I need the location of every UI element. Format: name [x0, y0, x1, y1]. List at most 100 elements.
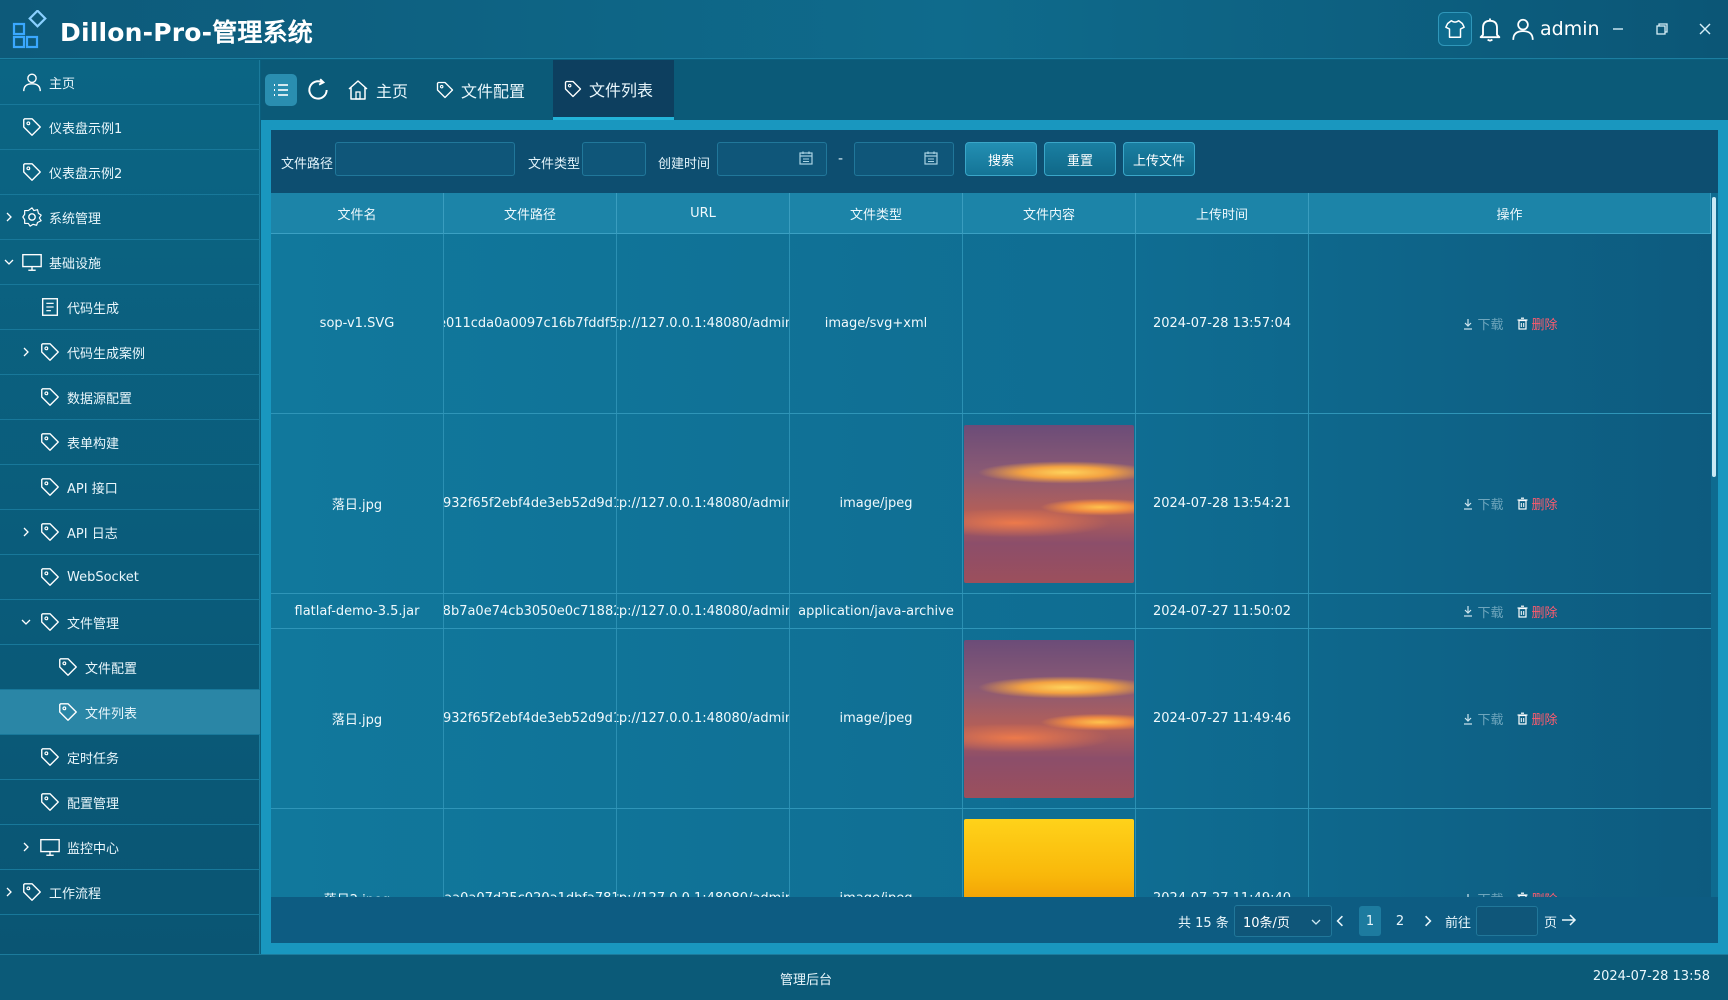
list-icon	[274, 84, 288, 96]
tab-home[interactable]: 主页	[346, 60, 426, 120]
file-preview-image[interactable]	[964, 424, 1134, 583]
close-button[interactable]	[1690, 14, 1720, 44]
sidebar-item-system[interactable]: 系统管理	[0, 195, 260, 240]
cell-text: ae011cda0a0097c16b7fddf5...	[444, 316, 617, 331]
cell-text: 落日2.jpeg	[324, 889, 391, 897]
cell-url: http://127.0.0.1:48080/admin...	[617, 594, 790, 628]
reset-button[interactable]: 重置	[1044, 142, 1116, 176]
path-input[interactable]	[335, 142, 515, 176]
download-button[interactable]: 下载	[1462, 494, 1504, 513]
cell-text: 358b7a0e74cb3050e0c71882...	[444, 603, 616, 619]
cell-text: http://127.0.0.1:48080/admin...	[617, 316, 789, 331]
column-header: 文件路径	[444, 193, 617, 234]
sidebar-item-dashboard-2[interactable]: 仪表盘示例2	[0, 150, 260, 195]
table-header: 文件名 文件路径 URL 文件类型 文件内容 上传时间 操作	[271, 193, 1711, 234]
calendar-icon[interactable]	[923, 150, 939, 166]
end-date-input[interactable]	[854, 142, 954, 176]
file-preview-image[interactable]	[964, 819, 1134, 897]
cell-path: 0aaa0a07d25c020a1dbfa781...	[444, 809, 617, 897]
column-header: URL	[617, 193, 790, 234]
minimize-button[interactable]	[1603, 14, 1633, 44]
download-button[interactable]: 下载	[1462, 889, 1504, 897]
calendar-icon[interactable]	[798, 150, 814, 166]
user-icon[interactable]	[1510, 15, 1536, 43]
sidebar-item-datasource[interactable]: 数据源配置	[0, 375, 260, 420]
sidebar-item-monitor[interactable]: 监控中心	[0, 825, 260, 870]
cell-text: 2024-07-27 11:49:46	[1152, 711, 1292, 726]
download-button[interactable]: 下载	[1462, 314, 1504, 333]
delete-button[interactable]: 删除	[1516, 602, 1558, 621]
delete-button[interactable]: 删除	[1516, 889, 1558, 897]
cell-url: http://127.0.0.1:48080/admin...	[617, 234, 790, 413]
vertical-scrollbar[interactable]	[1711, 193, 1718, 897]
cell-name: 落日.jpg	[271, 629, 444, 808]
app-title: Dillon-Pro-管理系统	[60, 18, 314, 47]
cell-actions: 下载 删除	[1309, 594, 1711, 628]
sidebar-item-infra[interactable]: 基础设施	[0, 240, 260, 285]
file-content-cell	[963, 594, 1136, 628]
chevron-right-icon	[23, 842, 29, 852]
refresh-icon[interactable]	[305, 77, 331, 103]
sidebar-item-form-builder[interactable]: 表单构建	[0, 420, 260, 465]
sidebar-item-api-log[interactable]: API 日志	[0, 510, 260, 555]
upload-button[interactable]: 上传文件	[1123, 142, 1195, 176]
sidebar-item-websocket[interactable]: WebSocket	[0, 555, 260, 600]
sidebar-item-label: 主页	[49, 76, 76, 92]
sidebar-item-label: 工作流程	[49, 886, 102, 902]
page-number[interactable]: 2	[1389, 906, 1411, 936]
sidebar-item-file-list[interactable]: 文件列表	[0, 690, 260, 735]
minimize-icon	[1613, 28, 1623, 30]
sidebar-item-codegen[interactable]: 代码生成	[0, 285, 260, 330]
monitor-icon	[22, 253, 42, 271]
bell-icon[interactable]	[1476, 15, 1504, 43]
restore-button[interactable]	[1647, 14, 1677, 44]
status-bar: 管理后台 2024-07-28 13:58	[0, 954, 1728, 1000]
column-header: 上传时间	[1136, 193, 1309, 234]
tag-icon	[41, 343, 59, 361]
user-name[interactable]: admin	[1540, 18, 1600, 40]
tag-icon	[41, 793, 59, 811]
download-button[interactable]: 下载	[1462, 602, 1504, 621]
delete-button[interactable]: 删除	[1516, 709, 1558, 728]
file-preview-image[interactable]	[964, 639, 1134, 798]
cell-time: 2024-07-27 11:50:02	[1136, 594, 1309, 628]
close-icon	[1699, 23, 1711, 35]
delete-button[interactable]: 删除	[1516, 314, 1558, 333]
sidebar-item-file-config[interactable]: 文件配置	[0, 645, 260, 690]
tag-icon	[41, 433, 59, 451]
search-button[interactable]: 搜索	[965, 142, 1037, 176]
cell-time: 2024-07-28 13:57:04	[1136, 234, 1309, 413]
sidebar-item-dashboard-1[interactable]: 仪表盘示例1	[0, 105, 260, 150]
page-number[interactable]: 1	[1359, 906, 1381, 936]
sidebar-item-api[interactable]: API 接口	[0, 465, 260, 510]
prev-page-icon[interactable]	[1334, 915, 1346, 927]
arrow-right-icon[interactable]	[1560, 911, 1578, 929]
cell-text: 落日.jpg	[331, 498, 383, 513]
cell-text: 2024-07-28 13:57:04	[1152, 316, 1292, 331]
sidebar-item-scheduled-task[interactable]: 定时任务	[0, 735, 260, 780]
sidebar-item-home[interactable]: 主页	[0, 60, 260, 105]
scrollbar-thumb[interactable]	[1712, 197, 1716, 477]
sidebar-item-config-manage[interactable]: 配置管理	[0, 780, 260, 825]
tab-file-list[interactable]: 文件列表	[553, 60, 674, 120]
monitor-icon	[40, 838, 60, 856]
type-input[interactable]	[582, 142, 646, 176]
sidebar-item-codegen-demo[interactable]: 代码生成案例	[0, 330, 260, 375]
goto-page-input[interactable]	[1476, 906, 1538, 936]
sidebar-item-label: API 日志	[67, 526, 118, 542]
tab-file-config[interactable]: 文件配置	[435, 60, 535, 120]
download-button[interactable]: 下载	[1462, 709, 1504, 728]
menu-toggle-button[interactable]	[265, 74, 297, 106]
goto-label: 前往	[1445, 916, 1472, 931]
theme-button[interactable]	[1438, 12, 1472, 46]
total-count: 共 15 条	[1178, 916, 1229, 931]
next-page-icon[interactable]	[1422, 915, 1434, 927]
sidebar-item-workflow[interactable]: 工作流程	[0, 870, 260, 915]
page-size-select[interactable]: 10条/页	[1234, 905, 1332, 937]
tag-icon	[41, 613, 59, 631]
sidebar-item-file-manage[interactable]: 文件管理	[0, 600, 260, 645]
delete-button[interactable]: 删除	[1516, 494, 1558, 513]
download-label: 下载	[1477, 713, 1504, 728]
tag-icon	[564, 80, 582, 97]
cell-url: http://127.0.0.1:48080/admin...	[617, 809, 790, 897]
